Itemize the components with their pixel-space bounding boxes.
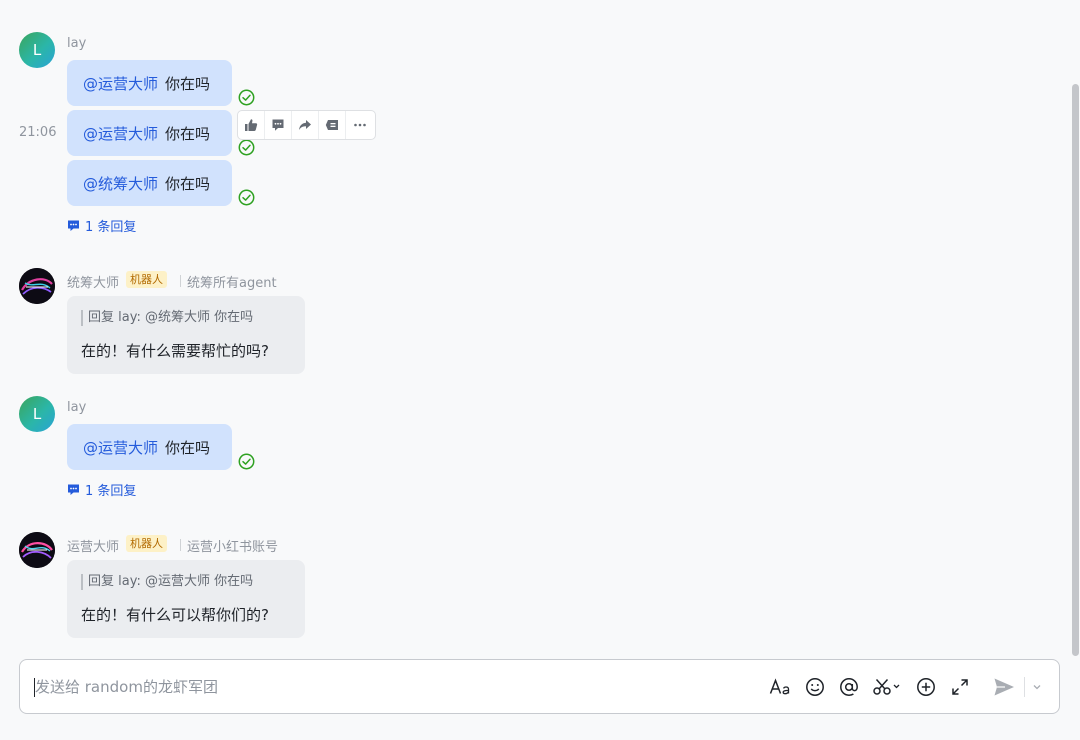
message-text: 在的！有什么可以帮你们的? bbox=[81, 606, 269, 624]
mention-icon[interactable] bbox=[838, 676, 860, 698]
bot-avatar-image bbox=[19, 532, 55, 568]
emoji-icon[interactable] bbox=[804, 676, 826, 698]
forward-icon[interactable] bbox=[292, 111, 319, 139]
sender-name[interactable]: lay bbox=[67, 36, 86, 51]
mention-link[interactable]: @运营大师 bbox=[83, 73, 158, 94]
message-bubble[interactable]: @运营大师 你在吗 bbox=[67, 60, 232, 106]
message-bubble[interactable]: @运营大师 你在吗 bbox=[67, 110, 232, 156]
divider bbox=[1024, 677, 1025, 697]
send-options-icon[interactable] bbox=[1030, 676, 1044, 698]
thread-icon bbox=[68, 220, 79, 231]
thread-reply-link[interactable]: 1 条回复 bbox=[67, 216, 136, 235]
more-icon[interactable] bbox=[346, 111, 374, 139]
user-avatar[interactable]: L bbox=[19, 396, 55, 432]
sender-name[interactable]: 统筹大师 bbox=[67, 272, 119, 291]
add-icon[interactable] bbox=[915, 676, 937, 698]
message-text: 你在吗 bbox=[165, 74, 211, 93]
avatar-letter: L bbox=[32, 405, 42, 423]
mention-link[interactable]: @统筹大师 bbox=[83, 173, 158, 194]
comment-icon[interactable] bbox=[265, 111, 292, 139]
avatar-letter: L bbox=[32, 41, 42, 59]
reply-count: 1 条回复 bbox=[85, 484, 137, 499]
user-avatar[interactable]: L bbox=[19, 32, 55, 68]
read-check-icon bbox=[238, 89, 255, 106]
read-check-icon bbox=[238, 189, 255, 206]
message-list[interactable]: L lay @运营大师 你在吗 21:06 @运营大师 你在吗 @统筹大师 你在… bbox=[0, 0, 1080, 650]
format-icon[interactable] bbox=[769, 676, 791, 698]
message-bubble[interactable]: @运营大师 你在吗 bbox=[67, 424, 232, 470]
sender-name[interactable]: lay bbox=[67, 400, 86, 415]
message-bubble[interactable]: @统筹大师 你在吗 bbox=[67, 160, 232, 206]
bot-message-bubble[interactable]: 回复 lay: @统筹大师 你在吗 在的！有什么需要帮忙的吗? bbox=[67, 296, 305, 374]
bot-avatar-image bbox=[19, 268, 55, 304]
message-text: 你在吗 bbox=[165, 124, 211, 143]
thumbs-up-icon[interactable] bbox=[238, 111, 265, 139]
send-icon[interactable] bbox=[992, 676, 1016, 698]
bot-avatar[interactable] bbox=[19, 532, 55, 568]
message-composer[interactable] bbox=[19, 659, 1060, 714]
quoted-reply[interactable]: 回复 lay: @运营大师 你在吗 bbox=[81, 574, 291, 590]
expand-icon[interactable] bbox=[949, 676, 971, 698]
mention-link[interactable]: @运营大师 bbox=[83, 437, 158, 458]
divider bbox=[180, 539, 181, 551]
read-check-icon bbox=[238, 453, 255, 470]
bot-description: 统筹所有agent bbox=[187, 276, 277, 291]
thread-reply-link[interactable]: 1 条回复 bbox=[67, 480, 136, 499]
scrollbar-thumb[interactable] bbox=[1072, 84, 1079, 656]
bot-description: 运营小红书账号 bbox=[187, 540, 279, 555]
bot-tag-badge: 机器人 bbox=[126, 271, 167, 288]
read-check-icon bbox=[238, 139, 255, 156]
message-text: 在的！有什么需要帮忙的吗? bbox=[81, 342, 269, 360]
mention-link[interactable]: @运营大师 bbox=[83, 123, 158, 144]
screenshot-icon[interactable] bbox=[872, 676, 902, 698]
bot-tag-badge: 机器人 bbox=[126, 535, 167, 552]
message-text: 你在吗 bbox=[165, 174, 211, 193]
reply-icon[interactable] bbox=[319, 111, 346, 139]
message-input[interactable] bbox=[35, 674, 735, 700]
message-time: 21:06 bbox=[19, 125, 57, 140]
quoted-reply[interactable]: 回复 lay: @统筹大师 你在吗 bbox=[81, 310, 291, 326]
bot-message-bubble[interactable]: 回复 lay: @运营大师 你在吗 在的！有什么可以帮你们的? bbox=[67, 560, 305, 638]
message-text: 你在吗 bbox=[165, 438, 211, 457]
reply-count: 1 条回复 bbox=[85, 220, 137, 235]
message-hover-toolbar bbox=[237, 110, 376, 140]
bot-avatar[interactable] bbox=[19, 268, 55, 304]
thread-icon bbox=[68, 484, 79, 495]
divider bbox=[180, 275, 181, 287]
sender-name[interactable]: 运营大师 bbox=[67, 536, 119, 555]
